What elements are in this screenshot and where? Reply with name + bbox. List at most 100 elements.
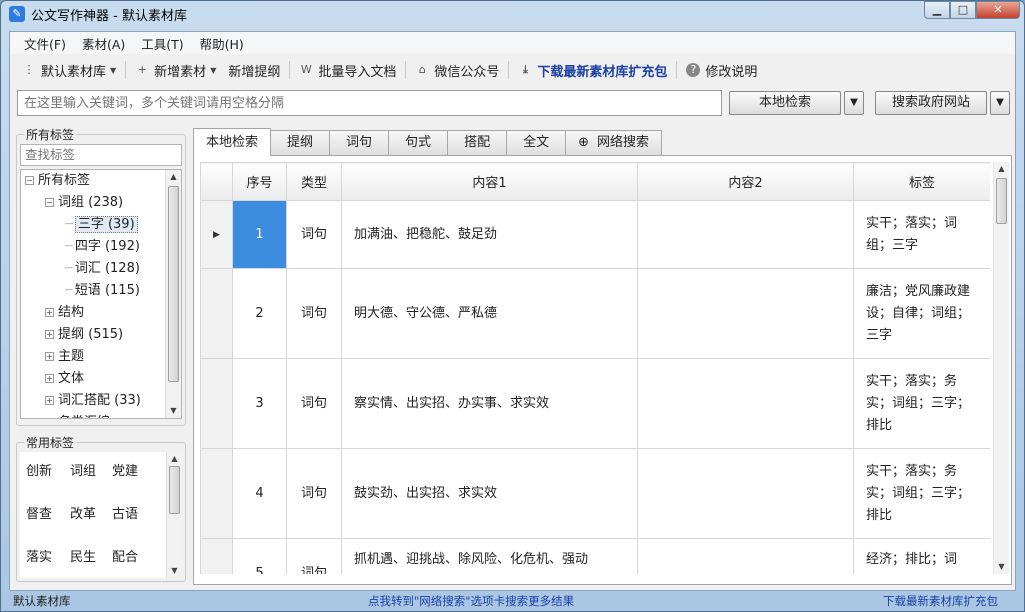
- close-button[interactable]: ✕: [976, 1, 1020, 19]
- minimize-button[interactable]: ▁: [924, 1, 950, 19]
- cell-tags[interactable]: 经济；排比；词: [853, 538, 990, 574]
- common-tag[interactable]: 改革: [70, 503, 96, 522]
- tab-phrases[interactable]: 词句: [329, 130, 390, 156]
- tag-search-input[interactable]: [20, 144, 182, 166]
- menu-tools[interactable]: 工具(T): [133, 34, 191, 53]
- table-row[interactable]: 3 词句 察实情、出实招、办实事、求实效 实干；落实；务实；词组；三字；排比: [200, 358, 990, 449]
- common-tags-scrollbar[interactable]: ▲ ▼: [166, 452, 182, 578]
- tree-node[interactable]: − 所有标签: [25, 170, 90, 192]
- tab-sentence-patterns[interactable]: 句式: [388, 130, 449, 156]
- tree-node[interactable]: ┈ 短语 (115): [65, 280, 140, 302]
- download-pack-link[interactable]: 下载最新素材库扩充包: [883, 591, 998, 611]
- column-header-content2[interactable]: 内容2: [637, 162, 854, 201]
- table-row[interactable]: 2 词句 明大德、守公德、严私德 廉洁；党风廉政建设；自律；词组；三字: [200, 268, 990, 359]
- tree-node[interactable]: − 词组 (238): [45, 192, 123, 214]
- tab-local-search[interactable]: 本地检索: [193, 128, 272, 156]
- expand-icon[interactable]: +: [45, 352, 54, 361]
- keyword-search-input[interactable]: [17, 90, 722, 116]
- tree-node[interactable]: + 文体: [45, 368, 84, 390]
- column-header-no[interactable]: 序号: [232, 162, 287, 201]
- cell-tags[interactable]: 廉洁；党风廉政建设；自律；词组；三字: [853, 268, 990, 359]
- cell-content2[interactable]: [637, 200, 854, 269]
- local-search-dropdown[interactable]: ▼: [844, 91, 864, 115]
- menu-material[interactable]: 素材(A): [74, 34, 133, 53]
- cell-type[interactable]: 词句: [286, 448, 342, 539]
- cell-content1[interactable]: 加满油、把稳舵、鼓足劲: [341, 200, 638, 269]
- cell-type[interactable]: 词句: [286, 200, 342, 269]
- title-bar[interactable]: ✎ 公文写作神器 - 默认素材库 ▁ □ ✕: [1, 1, 1024, 27]
- tag-tree-scrollbar[interactable]: ▲ ▼: [165, 170, 181, 418]
- scroll-up-icon[interactable]: ▲: [166, 170, 181, 184]
- expand-icon[interactable]: +: [45, 418, 54, 419]
- scroll-down-icon[interactable]: ▼: [994, 560, 1009, 574]
- library-dropdown[interactable]: ⋮ 默认素材库 ▼: [16, 61, 122, 80]
- add-outline-button[interactable]: 新增提纲: [222, 61, 286, 80]
- cell-no[interactable]: 3: [232, 358, 287, 449]
- expand-icon[interactable]: +: [45, 330, 54, 339]
- results-scrollbar[interactable]: ▲ ▼: [993, 162, 1009, 574]
- tree-node[interactable]: + 结构: [45, 302, 84, 324]
- cell-content1[interactable]: 明大德、守公德、严私德: [341, 268, 638, 359]
- tree-node[interactable]: ┈ 三字 (39): [65, 214, 138, 236]
- table-row[interactable]: ▶ 1 词句 加满油、把稳舵、鼓足劲 实干；落实；词组；三字: [200, 200, 990, 269]
- tab-web-search[interactable]: ⊕ 网络搜索: [565, 130, 663, 156]
- gov-search-button[interactable]: 搜索政府网站: [875, 91, 987, 115]
- tree-node[interactable]: + 主题: [45, 346, 84, 368]
- cell-no[interactable]: 5: [232, 538, 287, 574]
- cell-tags[interactable]: 实干；落实；务实；词组；三字；排比: [853, 358, 990, 449]
- gov-search-dropdown[interactable]: ▼: [990, 91, 1010, 115]
- scroll-down-icon[interactable]: ▼: [167, 564, 182, 578]
- cell-type[interactable]: 词句: [286, 358, 342, 449]
- cell-no[interactable]: 2: [232, 268, 287, 359]
- download-pack-button[interactable]: ⤓ 下载最新素材库扩充包: [512, 61, 673, 80]
- web-search-link[interactable]: 点我转到"网络搜索"选项卡搜索更多结果: [368, 591, 574, 611]
- collapse-icon[interactable]: −: [25, 176, 34, 185]
- tab-outline[interactable]: 提纲: [270, 130, 331, 156]
- common-tag[interactable]: 落实: [26, 546, 52, 565]
- common-tag[interactable]: 民生: [70, 546, 96, 565]
- cell-content1[interactable]: 察实情、出实招、办实事、求实效: [341, 358, 638, 449]
- table-row[interactable]: 4 词句 鼓实劲、出实招、求实效 实干；落实；务实；词组；三字；排比: [200, 448, 990, 539]
- menu-file[interactable]: 文件(F): [16, 34, 74, 53]
- add-material-button[interactable]: + 新增素材 ▼: [129, 61, 222, 80]
- scroll-up-icon[interactable]: ▲: [994, 162, 1009, 176]
- common-tag[interactable]: 词组: [70, 460, 96, 479]
- cell-type[interactable]: 词句: [286, 538, 342, 574]
- common-tag[interactable]: 配合: [112, 546, 138, 565]
- scroll-thumb[interactable]: [169, 466, 180, 514]
- cell-content1[interactable]: 鼓实劲、出实招、求实效: [341, 448, 638, 539]
- table-row[interactable]: 5 词句 抓机遇、迎挑战、除风险、化危机、强动 经济；排比；词: [200, 538, 990, 574]
- common-tag[interactable]: 党建: [112, 460, 138, 479]
- tab-collocations[interactable]: 搭配: [447, 130, 508, 156]
- wechat-button[interactable]: ⌂ 微信公众号: [409, 61, 505, 80]
- column-header-type[interactable]: 类型: [286, 162, 342, 201]
- tree-node[interactable]: + 词汇搭配 (33): [45, 390, 141, 412]
- maximize-button[interactable]: □: [950, 1, 976, 19]
- scroll-thumb[interactable]: [996, 178, 1007, 224]
- cell-content1[interactable]: 抓机遇、迎挑战、除风险、化危机、强动: [341, 538, 638, 574]
- tree-node[interactable]: ┈ 词汇 (128): [65, 258, 140, 280]
- tree-node[interactable]: ┈ 四字 (192): [65, 236, 140, 258]
- changelog-button[interactable]: ? 修改说明: [680, 61, 763, 80]
- cell-tags[interactable]: 实干；落实；务实；词组；三字；排比: [853, 448, 990, 539]
- cell-tags[interactable]: 实干；落实；词组；三字: [853, 200, 990, 269]
- scroll-up-icon[interactable]: ▲: [167, 452, 182, 466]
- collapse-icon[interactable]: −: [45, 198, 54, 207]
- cell-no[interactable]: 1: [232, 200, 287, 269]
- tree-node[interactable]: + 名类汇编: [45, 412, 110, 419]
- scroll-down-icon[interactable]: ▼: [166, 404, 181, 418]
- expand-icon[interactable]: +: [45, 308, 54, 317]
- scroll-thumb[interactable]: [168, 186, 179, 382]
- expand-icon[interactable]: +: [45, 374, 54, 383]
- cell-content2[interactable]: [637, 538, 854, 574]
- common-tag[interactable]: 古语: [112, 503, 138, 522]
- expand-icon[interactable]: +: [45, 396, 54, 405]
- column-header-tags[interactable]: 标签: [853, 162, 990, 201]
- cell-type[interactable]: 词句: [286, 268, 342, 359]
- menu-help[interactable]: 帮助(H): [192, 34, 252, 53]
- tree-node[interactable]: + 提纲 (515): [45, 324, 123, 346]
- cell-content2[interactable]: [637, 448, 854, 539]
- common-tag[interactable]: 创新: [26, 460, 52, 479]
- column-header-content1[interactable]: 内容1: [341, 162, 638, 201]
- cell-content2[interactable]: [637, 268, 854, 359]
